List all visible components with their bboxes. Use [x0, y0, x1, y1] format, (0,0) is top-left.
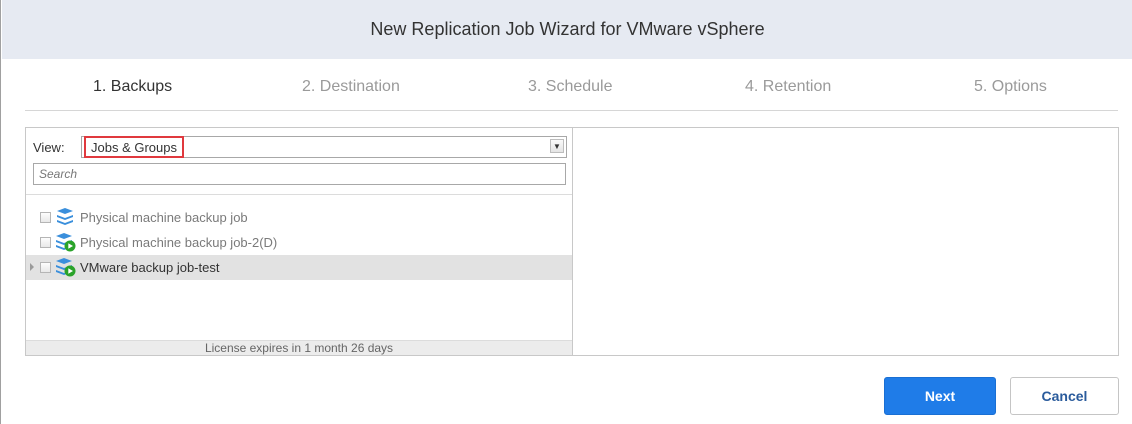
backup-job-active-icon — [56, 233, 76, 252]
expand-arrow-icon[interactable] — [30, 263, 34, 271]
tree-item-physical-backup-job-2[interactable]: Physical machine backup job-2(D) — [26, 230, 572, 255]
step-retention[interactable]: 4. Retention — [745, 78, 831, 96]
view-select[interactable]: Jobs & Groups ▼ — [81, 136, 567, 158]
item-checkbox[interactable] — [40, 212, 51, 223]
tree-item-label: Physical machine backup job-2(D) — [80, 235, 278, 250]
search-field[interactable] — [33, 163, 566, 185]
job-tree: Physical machine backup job Physical mac… — [26, 205, 572, 280]
step-backups[interactable]: 1. Backups — [93, 78, 172, 96]
license-status: License expires in 1 month 26 days — [26, 340, 572, 355]
step-schedule[interactable]: 3. Schedule — [528, 78, 613, 96]
step-options[interactable]: 5. Options — [974, 78, 1047, 96]
view-row: View: Jobs & Groups ▼ — [26, 136, 574, 158]
item-checkbox[interactable] — [40, 262, 51, 273]
cancel-button[interactable]: Cancel — [1010, 377, 1119, 415]
backup-job-active-icon — [56, 258, 76, 277]
item-checkbox[interactable] — [40, 237, 51, 248]
view-label: View: — [33, 140, 65, 155]
backup-job-icon — [57, 208, 73, 225]
search-input[interactable] — [34, 164, 565, 184]
next-button[interactable]: Next — [884, 377, 996, 415]
wizard-steps: 1. Backups 2. Destination 3. Schedule 4.… — [25, 59, 1118, 111]
tree-item-physical-backup-job[interactable]: Physical machine backup job — [26, 205, 572, 230]
view-selected-value[interactable]: Jobs & Groups — [84, 136, 184, 158]
selected-items-panel — [573, 127, 1119, 356]
divider — [26, 194, 572, 195]
tree-item-vmware-backup-job-test[interactable]: VMware backup job-test — [26, 255, 572, 280]
step-destination[interactable]: 2. Destination — [302, 78, 400, 96]
wizard-title: New Replication Job Wizard for VMware vS… — [370, 19, 765, 39]
tree-item-label: Physical machine backup job — [80, 210, 248, 225]
wizard-titlebar: New Replication Job Wizard for VMware vS… — [2, 0, 1132, 59]
inventory-panel: View: Jobs & Groups ▼ Physical machine b… — [25, 127, 573, 356]
tree-item-label: VMware backup job-test — [80, 260, 220, 275]
chevron-down-icon[interactable]: ▼ — [550, 139, 564, 153]
wizard-window: New Replication Job Wizard for VMware vS… — [0, 0, 1132, 424]
